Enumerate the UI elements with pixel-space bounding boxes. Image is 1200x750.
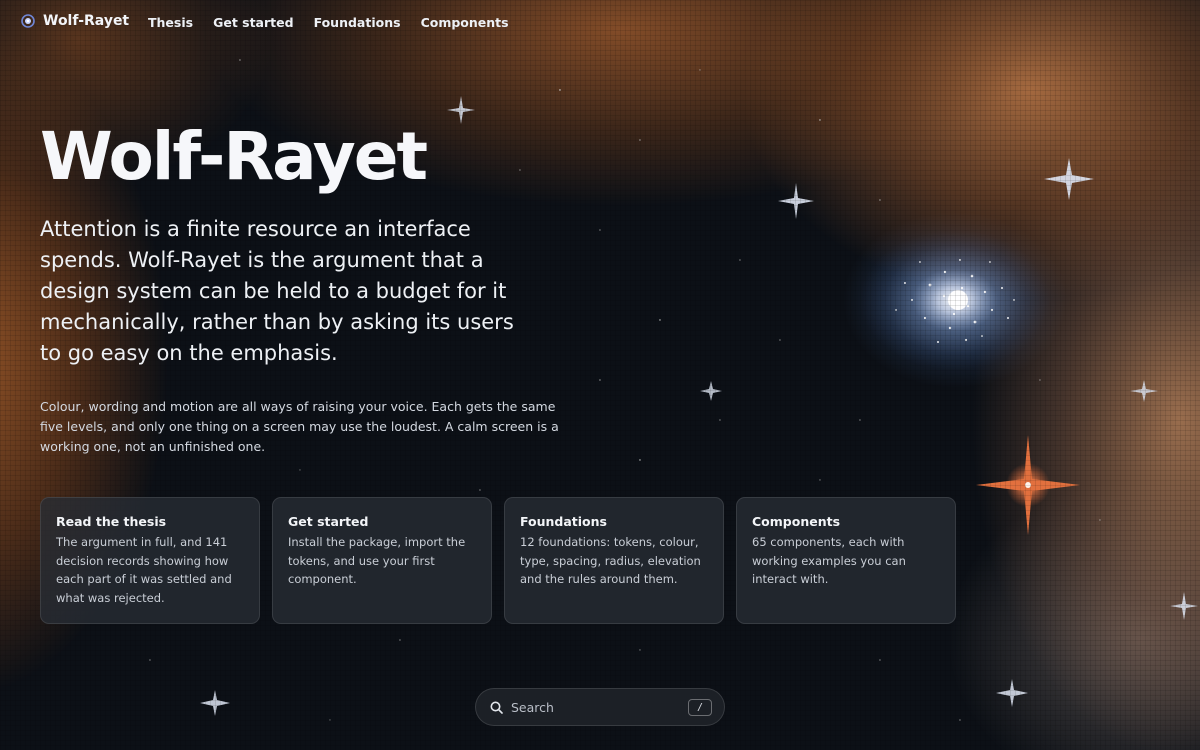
star-cluster <box>860 230 1050 370</box>
card-title: Read the thesis <box>56 514 167 529</box>
nav-links: Thesis Get started Foundations Component… <box>148 15 509 30</box>
search-input[interactable] <box>511 699 688 715</box>
hero-lede: Attention is a finite resource an interf… <box>40 217 514 365</box>
search-bar[interactable]: / <box>475 688 725 726</box>
brand-home-link[interactable]: Wolf-Rayet <box>21 13 129 29</box>
card-read-the-thesis[interactable]: Read the thesis The argument in full, an… <box>40 497 260 624</box>
brand-name: Wolf-Rayet <box>43 13 130 29</box>
card-get-started[interactable]: Get started Install the package, import … <box>272 497 492 624</box>
star-logo-icon <box>21 14 35 28</box>
top-nav: Wolf-Rayet Thesis Get started Foundation… <box>0 0 1200 46</box>
card-foundations[interactable]: Foundations 12 foundations: tokens, colo… <box>504 497 724 624</box>
hero-body: Colour, wording and motion are all ways … <box>40 399 559 454</box>
nav-link-foundations[interactable]: Foundations <box>314 15 401 30</box>
search-icon <box>490 701 503 714</box>
card-title: Foundations <box>520 514 607 529</box>
card-description: Install the package, import the tokens, … <box>288 535 466 586</box>
search-shortcut-key: / <box>688 698 712 716</box>
card-description: 65 components, each with working example… <box>752 535 906 586</box>
nav-link-get-started[interactable]: Get started <box>213 15 293 30</box>
card-title: Components <box>752 514 841 529</box>
accent-star <box>976 435 1080 535</box>
entry-cards: Read the thesis The argument in full, an… <box>40 497 956 624</box>
hero-title: Wolf-Rayet <box>40 118 428 195</box>
card-title: Get started <box>288 514 369 529</box>
nav-link-components[interactable]: Components <box>421 15 509 30</box>
nav-link-thesis[interactable]: Thesis <box>148 15 193 30</box>
card-description: The argument in full, and 141 decision r… <box>56 535 232 605</box>
card-description: 12 foundations: tokens, colour, type, sp… <box>520 535 701 586</box>
hero-section: Wolf-Rayet Attention is a finite resourc… <box>40 112 600 457</box>
card-components[interactable]: Components 65 components, each with work… <box>736 497 956 624</box>
